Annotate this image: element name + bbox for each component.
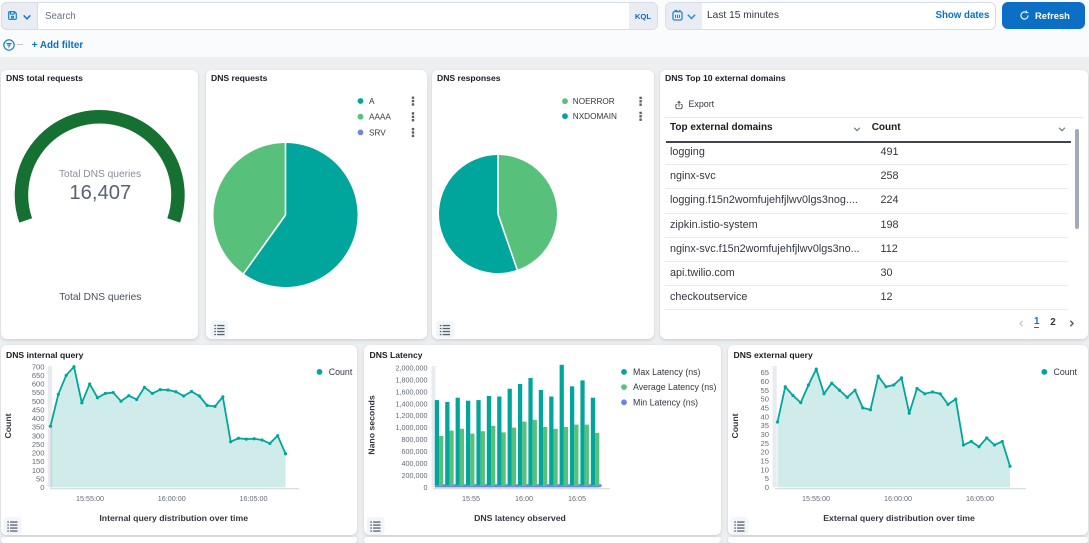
svg-text:NOERROR: NOERROR: [573, 97, 615, 106]
svg-text:5: 5: [765, 474, 769, 483]
svg-text:16,407: 16,407: [69, 182, 131, 204]
svg-text:65: 65: [761, 368, 769, 377]
svg-text:500: 500: [32, 397, 45, 406]
svg-text:100: 100: [32, 466, 45, 475]
svg-text:Internal query distribution ov: Internal query distribution over time: [99, 513, 248, 523]
svg-text:1,200,000: 1,200,000: [396, 411, 428, 420]
svg-text:650: 650: [32, 371, 45, 380]
svg-text:150: 150: [32, 457, 45, 466]
svg-text:15:55:00: 15:55:00: [76, 494, 104, 503]
svg-text:550: 550: [32, 388, 45, 397]
svg-text:800,000: 800,000: [402, 435, 428, 444]
svg-text:Count: Count: [1054, 367, 1078, 377]
svg-text:50: 50: [36, 474, 44, 483]
svg-text:Average Latency (ns): Average Latency (ns): [633, 382, 717, 392]
svg-text:1,800,000: 1,800,000: [396, 375, 428, 384]
svg-text:Total DNS queries: Total DNS queries: [59, 292, 141, 303]
svg-text:55: 55: [761, 386, 769, 395]
svg-text:0: 0: [765, 483, 769, 492]
svg-text:15:55: 15:55: [462, 494, 480, 503]
svg-text:450: 450: [32, 405, 45, 414]
svg-text:60: 60: [761, 377, 769, 386]
svg-text:10: 10: [761, 465, 769, 474]
svg-text:External query distribution ov: External query distribution over time: [823, 513, 975, 523]
svg-text:600: 600: [32, 380, 45, 389]
svg-text:0: 0: [40, 483, 44, 492]
svg-text:A: A: [369, 97, 375, 106]
svg-text:20: 20: [761, 448, 769, 457]
svg-text:0: 0: [424, 483, 428, 492]
svg-text:30: 30: [761, 430, 769, 439]
svg-text:Count: Count: [3, 413, 13, 438]
svg-text:Count: Count: [730, 413, 740, 438]
svg-text:16:00:00: 16:00:00: [158, 494, 186, 503]
svg-text:300: 300: [32, 431, 45, 440]
svg-text:16:05: 16:05: [568, 494, 586, 503]
svg-text:1,400,000: 1,400,000: [396, 399, 428, 408]
svg-text:16:05:00: 16:05:00: [240, 494, 268, 503]
svg-text:600,000: 600,000: [402, 447, 428, 456]
svg-text:1,600,000: 1,600,000: [396, 387, 428, 396]
svg-text:200,000: 200,000: [402, 471, 428, 480]
svg-text:DNS latency observed: DNS latency observed: [474, 513, 566, 523]
svg-text:NXDOMAIN: NXDOMAIN: [573, 112, 617, 121]
svg-text:SRV: SRV: [369, 128, 386, 137]
svg-text:Nano seconds: Nano seconds: [367, 395, 377, 455]
svg-text:1,000,000: 1,000,000: [396, 423, 428, 432]
svg-text:350: 350: [32, 423, 45, 432]
svg-text:200: 200: [32, 449, 45, 458]
svg-text:50: 50: [761, 395, 769, 404]
svg-text:45: 45: [761, 404, 769, 413]
svg-text:25: 25: [761, 439, 769, 448]
svg-text:Max Latency (ns): Max Latency (ns): [633, 367, 701, 377]
svg-text:400: 400: [32, 414, 45, 423]
svg-text:250: 250: [32, 440, 45, 449]
svg-text:16:00: 16:00: [515, 494, 533, 503]
svg-text:400,000: 400,000: [402, 459, 428, 468]
svg-text:15:55:00: 15:55:00: [802, 494, 830, 503]
svg-text:AAAA: AAAA: [369, 113, 391, 122]
svg-text:Min Latency (ns): Min Latency (ns): [633, 397, 698, 407]
svg-text:16:00:00: 16:00:00: [884, 494, 912, 503]
svg-text:35: 35: [761, 421, 769, 430]
svg-text:Count: Count: [329, 367, 353, 377]
svg-text:40: 40: [761, 412, 769, 421]
svg-text:15: 15: [761, 457, 769, 466]
svg-text:16:05:00: 16:05:00: [966, 494, 994, 503]
svg-text:2,000,000: 2,000,000: [396, 363, 428, 372]
svg-text:Total DNS queries: Total DNS queries: [59, 169, 141, 180]
svg-text:700: 700: [32, 362, 45, 371]
